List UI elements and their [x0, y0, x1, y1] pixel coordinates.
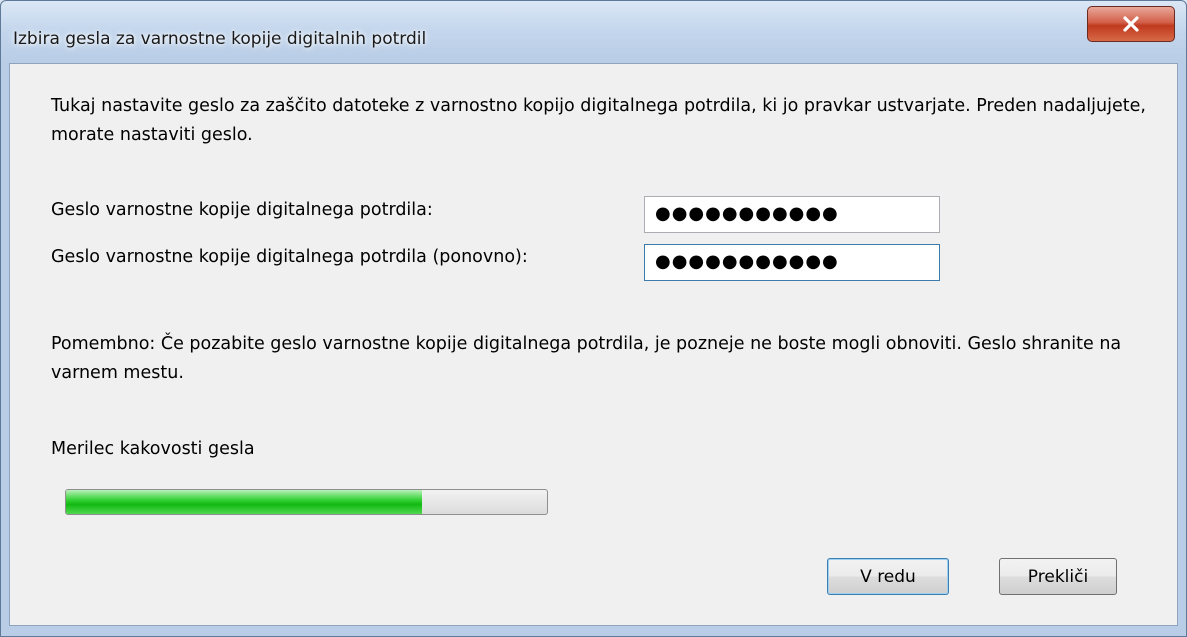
password-label: Geslo varnostne kopije digitalnega potrd…	[51, 200, 433, 220]
password-dialog: Izbira gesla za varnostne kopije digital…	[0, 0, 1187, 637]
strength-meter-fill	[66, 490, 422, 514]
close-x-icon	[1123, 16, 1139, 32]
confirm-password-field[interactable]: ●●●●●●●●●●●	[644, 244, 940, 281]
strength-meter-label: Merilec kakovosti gesla	[51, 439, 255, 459]
close-button[interactable]	[1087, 6, 1175, 42]
strength-meter	[65, 489, 548, 515]
title-bar[interactable]: Izbira gesla za varnostne kopije digital…	[1, 1, 1186, 63]
ok-button[interactable]: V redu	[827, 558, 949, 595]
intro-text: Tukaj nastavite geslo za zaščito datotek…	[51, 96, 1146, 145]
dialog-content: Tukaj nastavite geslo za zaščito datotek…	[9, 63, 1178, 626]
important-notice: Pomembno: Če pozabite geslo varnostne ko…	[51, 334, 1122, 383]
confirm-password-label: Geslo varnostne kopije digitalnega potrd…	[51, 247, 528, 267]
cancel-button[interactable]: Prekliči	[999, 558, 1117, 595]
window-title: Izbira gesla za varnostne kopije digital…	[13, 29, 427, 49]
password-field[interactable]: ●●●●●●●●●●●	[644, 196, 940, 233]
